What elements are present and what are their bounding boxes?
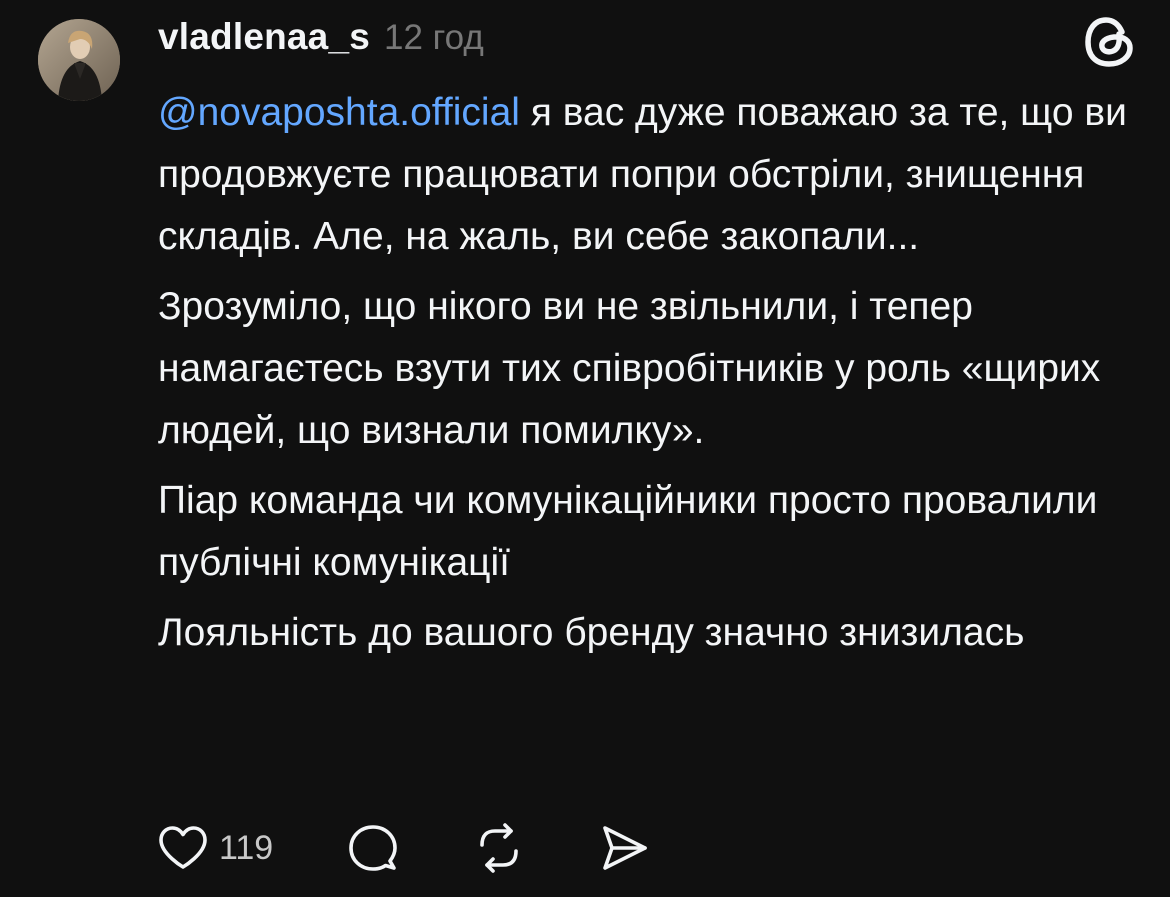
threads-logo-icon[interactable]	[1084, 14, 1136, 70]
send-icon	[599, 823, 649, 873]
post-header: vladlenaa_s 12 год	[158, 16, 484, 62]
post-body: @novaposhta.official я вас дуже поважаю …	[158, 82, 1148, 672]
post-paragraph: @novaposhta.official я вас дуже поважаю …	[158, 82, 1148, 268]
reply-button[interactable]	[348, 823, 398, 873]
post-paragraph: Зрозуміло, що нікого ви не звільнили, і …	[158, 285, 1101, 452]
mention-link[interactable]: @novaposhta.official	[158, 91, 520, 134]
post-paragraph: Піар команда чи комунікаційники просто п…	[158, 479, 1098, 584]
repost-button[interactable]	[473, 823, 525, 873]
avatar[interactable]	[38, 19, 120, 101]
comment-bubble-icon	[348, 823, 398, 873]
like-count: 119	[219, 828, 274, 867]
repost-icon	[473, 823, 525, 873]
post-timestamp[interactable]: 12 год	[384, 18, 484, 58]
username[interactable]: vladlenaa_s	[158, 16, 370, 58]
post-actions: 119	[158, 820, 649, 876]
avatar-photo	[38, 19, 120, 101]
heart-icon	[158, 825, 208, 871]
like-button[interactable]: 119	[158, 825, 273, 871]
share-button[interactable]	[599, 823, 649, 873]
post-paragraph: Лояльність до вашого бренду значно знизи…	[158, 611, 1025, 654]
